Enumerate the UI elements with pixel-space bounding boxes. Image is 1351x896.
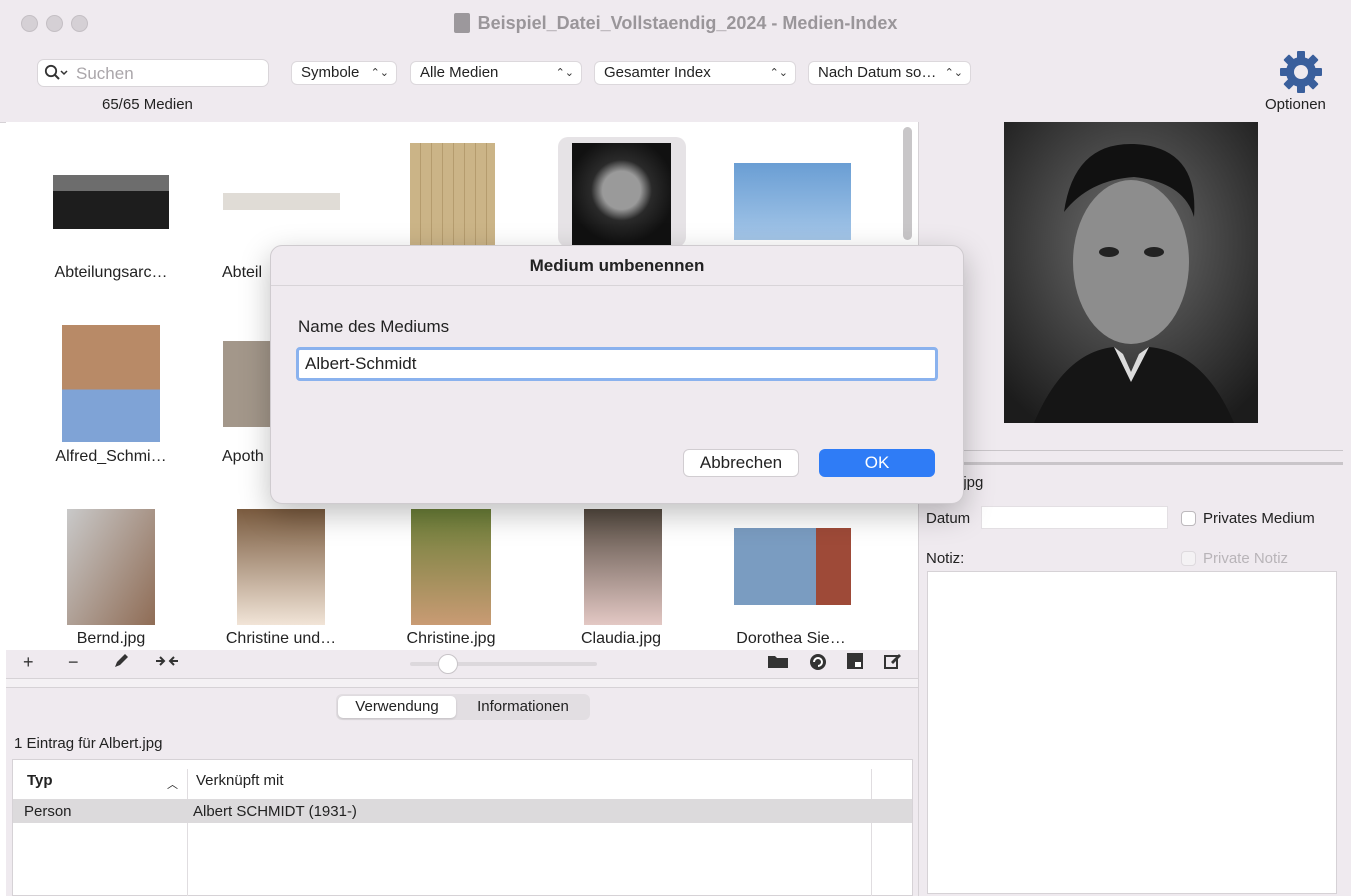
remove-media-button[interactable]: − <box>68 652 79 673</box>
search-icon[interactable] <box>44 64 70 87</box>
merge-arrows-icon[interactable] <box>155 652 179 675</box>
edit-pencil-icon[interactable] <box>112 652 130 675</box>
media-thumbnail[interactable] <box>411 509 491 625</box>
table-row[interactable] <box>13 799 912 823</box>
column-divider <box>187 769 188 896</box>
filter-popup[interactable]: Alle Medien ⌃⌄ <box>410 61 582 85</box>
cancel-button[interactable]: Abbrechen <box>683 449 799 477</box>
search-input[interactable] <box>74 62 258 86</box>
media-thumbnail[interactable] <box>584 509 662 625</box>
media-thumbnail-albert[interactable] <box>572 143 671 248</box>
column-header-linked[interactable]: Verknüpft mit <box>196 772 284 789</box>
media-name-label: Name des Mediums <box>298 317 450 336</box>
tab-verwendung[interactable]: Verwendung <box>338 696 456 718</box>
view-popup[interactable]: Symbole ⌃⌄ <box>291 61 397 85</box>
column-header-typ[interactable]: Typ <box>27 772 53 789</box>
chevron-updown-icon: ⌃⌄ <box>944 67 963 79</box>
media-thumbnail[interactable] <box>734 528 851 605</box>
dialog-title: Medium umbenennen <box>529 256 705 275</box>
date-field[interactable] <box>981 506 1168 529</box>
usage-table <box>12 759 913 896</box>
slider-knob[interactable] <box>438 654 458 674</box>
chevron-updown-icon: ⌃⌄ <box>555 67 574 79</box>
sort-ascending-icon[interactable]: ︿ <box>167 776 178 792</box>
media-count: 65/65 Medien <box>102 96 193 113</box>
note-textarea[interactable] <box>927 571 1337 894</box>
media-preview-image <box>1004 122 1258 423</box>
note-label: Notiz: <box>926 550 965 567</box>
date-label: Datum <box>926 510 971 527</box>
private-media-label: Privates Medium <box>1203 510 1315 527</box>
media-thumbnail[interactable] <box>734 163 851 240</box>
view-popup-value: Symbole <box>301 64 360 81</box>
media-thumbnail[interactable] <box>410 143 495 248</box>
media-name-input[interactable] <box>296 347 938 381</box>
media-thumbnail[interactable] <box>67 509 155 625</box>
media-label: Dorothea Sie… <box>736 630 846 647</box>
window-title: Beispiel_Datei_Vollstaendig_2024 - Medie… <box>0 0 1351 46</box>
scope-popup[interactable]: Gesamter Index ⌃⌄ <box>594 61 796 85</box>
private-media-checkbox[interactable] <box>1181 511 1196 526</box>
dialog-divider <box>271 285 963 286</box>
private-note-label: Private Notiz <box>1203 550 1289 567</box>
cell-linked: Albert SCHMIDT (1931-) <box>193 803 357 820</box>
ok-button[interactable]: OK <box>819 449 935 477</box>
options-gear-icon[interactable] <box>1278 49 1324 95</box>
add-media-button[interactable]: + <box>23 652 34 673</box>
save-icon[interactable] <box>846 652 864 675</box>
filter-popup-value: Alle Medien <box>420 64 499 81</box>
folder-icon[interactable] <box>767 652 789 675</box>
refresh-icon[interactable] <box>808 652 828 677</box>
horizontal-splitter[interactable] <box>6 678 918 688</box>
edit-note-icon[interactable] <box>884 652 902 675</box>
media-thumbnail[interactable] <box>223 341 271 427</box>
cell-type: Person <box>24 803 72 820</box>
media-thumbnail[interactable] <box>237 509 325 625</box>
search-field[interactable] <box>37 59 269 87</box>
entry-count: 1 Eintrag für Albert.jpg <box>14 735 163 752</box>
vertical-splitter[interactable] <box>918 450 1343 465</box>
scope-popup-value: Gesamter Index <box>604 64 711 81</box>
private-note-checkbox <box>1181 551 1196 566</box>
options-label: Optionen <box>1265 96 1326 113</box>
column-divider <box>871 769 872 896</box>
sort-popup[interactable]: Nach Datum so… ⌃⌄ <box>808 61 971 85</box>
segmented-tabs: Verwendung Informationen <box>336 694 590 720</box>
window-title-text: Beispiel_Datei_Vollstaendig_2024 - Medie… <box>477 12 898 33</box>
tab-informationen[interactable]: Informationen <box>460 696 586 718</box>
media-thumbnail[interactable] <box>53 175 169 229</box>
chevron-updown-icon: ⌃⌄ <box>370 67 389 79</box>
chevron-updown-icon: ⌃⌄ <box>769 67 788 79</box>
media-thumbnail[interactable] <box>62 325 160 442</box>
sort-popup-value: Nach Datum so… <box>818 64 937 81</box>
document-icon <box>453 13 470 33</box>
media-thumbnail[interactable] <box>223 193 340 210</box>
grid-scrollbar[interactable] <box>903 127 912 240</box>
